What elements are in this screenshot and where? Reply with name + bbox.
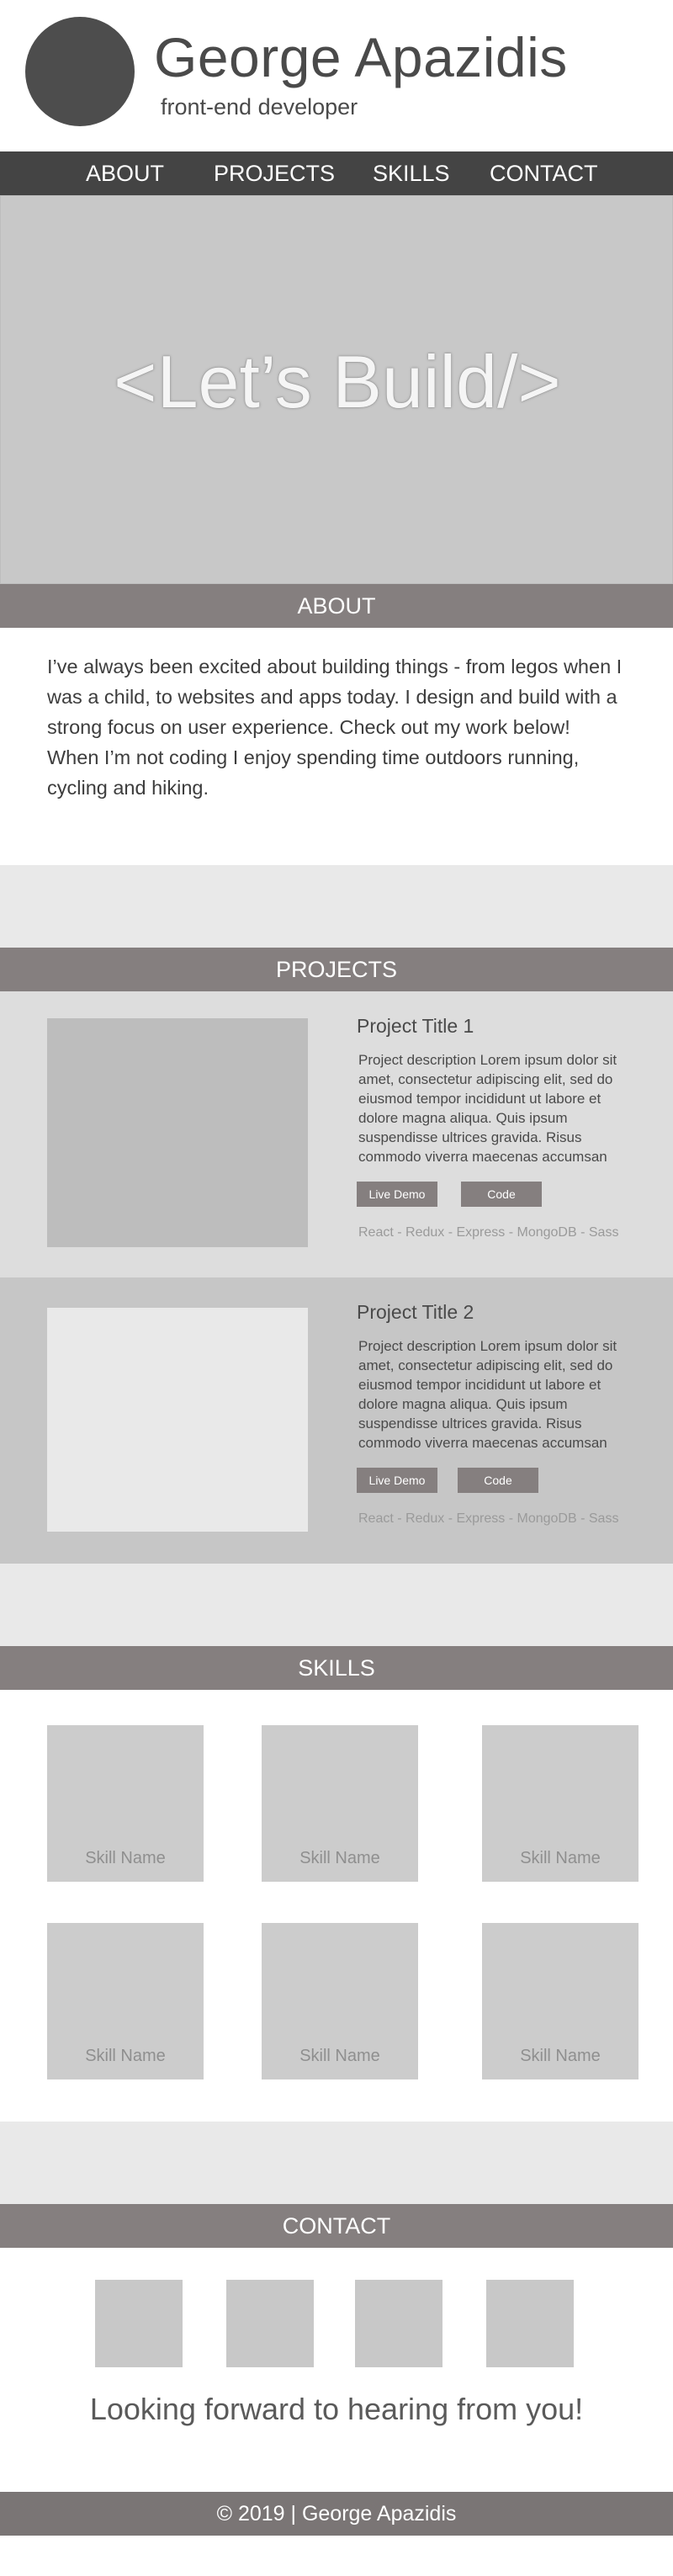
hero-headline: <Let’s Build/> xyxy=(114,340,561,423)
skill-card: Skill Name xyxy=(47,1725,204,1882)
projects-section-heading: PROJECTS xyxy=(0,948,673,991)
project-tech-tags: React - Redux - Express - MongoDB - Sass xyxy=(358,1511,619,1526)
project-title: Project Title 1 xyxy=(357,1015,474,1037)
code-button[interactable]: Code xyxy=(458,1468,538,1493)
section-spacer xyxy=(0,1564,673,1646)
contact-link-icon[interactable] xyxy=(355,2280,442,2367)
skills-section-heading: SKILLS xyxy=(0,1646,673,1690)
contact-message: Looking forward to hearing from you! xyxy=(89,2392,584,2426)
live-demo-button[interactable]: Live Demo xyxy=(357,1182,437,1207)
site-owner-role: front-end developer xyxy=(161,94,358,120)
project-thumbnail[interactable] xyxy=(47,1018,308,1247)
about-text: I’ve always been excited about building … xyxy=(47,651,636,803)
project-thumbnail[interactable] xyxy=(47,1308,308,1532)
project-description: Project description Lorem ipsum dolor si… xyxy=(358,1052,617,1165)
about-section-heading: ABOUT xyxy=(0,584,673,628)
skill-name: Skill Name xyxy=(299,2047,380,2065)
site-header: George Apazidis front-end developer xyxy=(0,0,673,151)
about-paragraph: I’ve always been excited about building … xyxy=(47,656,623,738)
skill-name: Skill Name xyxy=(520,1849,601,1867)
nav-item-skills[interactable]: SKILLS xyxy=(373,151,450,195)
code-button[interactable]: Code xyxy=(461,1182,542,1207)
main-nav: ABOUT PROJECTS SKILLS CONTACT xyxy=(0,151,673,195)
nav-item-projects[interactable]: PROJECTS xyxy=(214,151,335,195)
site-footer: © 2019 | George Apazidis xyxy=(0,2492,673,2536)
skill-name: Skill Name xyxy=(520,2047,601,2065)
project-title: Project Title 2 xyxy=(357,1301,474,1323)
skill-card: Skill Name xyxy=(262,1725,418,1882)
live-demo-button[interactable]: Live Demo xyxy=(357,1468,437,1493)
contact-link-icon[interactable] xyxy=(226,2280,314,2367)
skill-name: Skill Name xyxy=(299,1849,380,1867)
skill-card: Skill Name xyxy=(482,1923,639,2079)
nav-item-contact[interactable]: CONTACT xyxy=(490,151,598,195)
contact-section-heading: CONTACT xyxy=(0,2204,673,2248)
contact-link-icon[interactable] xyxy=(486,2280,574,2367)
avatar xyxy=(25,17,135,126)
project-card: Project Title 2 Project description Lore… xyxy=(0,1277,673,1564)
nav-item-about[interactable]: ABOUT xyxy=(86,151,164,195)
skill-name: Skill Name xyxy=(85,2047,166,2065)
about-paragraph: When I’m not coding I enjoy spending tim… xyxy=(47,746,580,799)
contact-link-icon[interactable] xyxy=(95,2280,183,2367)
section-spacer xyxy=(0,2122,673,2204)
project-description: Project description Lorem ipsum dolor si… xyxy=(358,1338,617,1451)
skill-card: Skill Name xyxy=(482,1725,639,1882)
section-spacer xyxy=(0,865,673,948)
hero-banner: <Let’s Build/> xyxy=(0,195,673,584)
site-owner-name: George Apazidis xyxy=(154,26,568,88)
skill-card: Skill Name xyxy=(262,1923,418,2079)
project-tech-tags: React - Redux - Express - MongoDB - Sass xyxy=(358,1225,619,1240)
skill-name: Skill Name xyxy=(85,1849,166,1867)
project-card: Project Title 1 Project description Lore… xyxy=(0,991,673,1277)
skill-card: Skill Name xyxy=(47,1923,204,2079)
